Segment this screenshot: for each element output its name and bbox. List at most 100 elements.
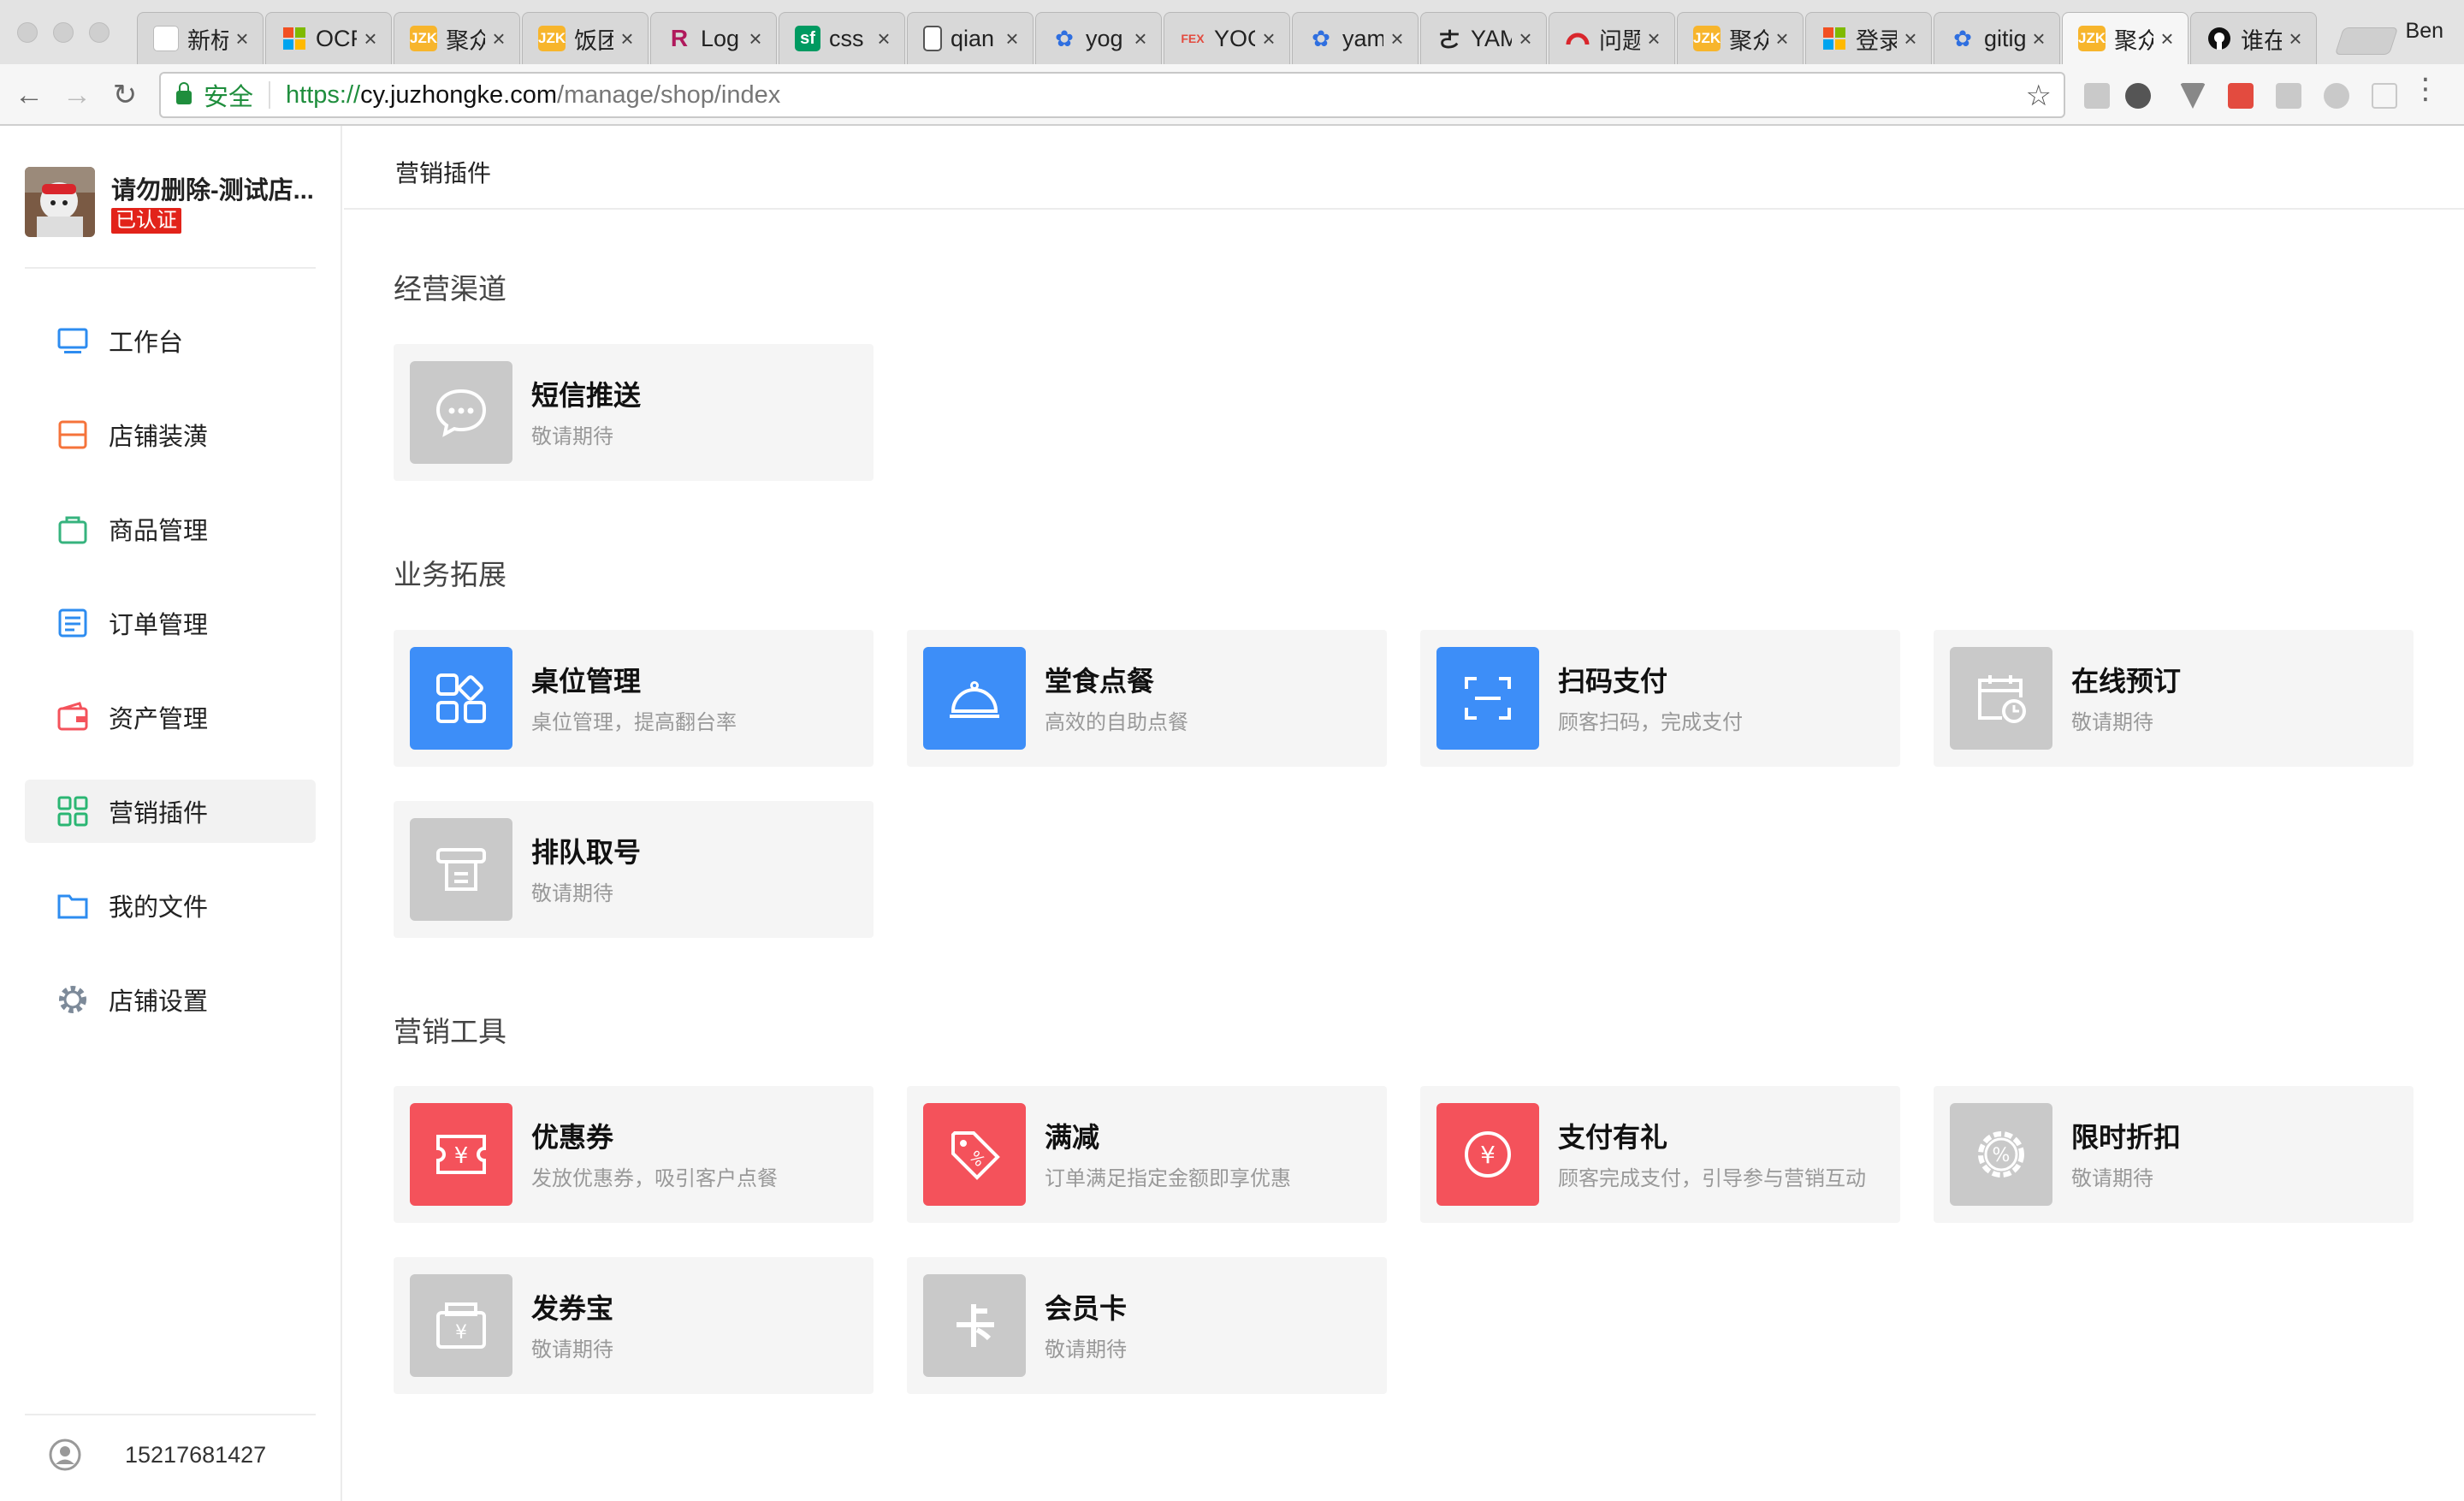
plugin-card-member-card[interactable]: 会员卡 敬请期待: [907, 1257, 1387, 1394]
card-desc: 顾客扫码，完成支付: [1558, 711, 1743, 734]
close-icon[interactable]: ×: [489, 26, 509, 52]
reload-icon[interactable]: ↻: [106, 76, 144, 114]
close-icon[interactable]: ×: [1772, 26, 1792, 52]
close-icon[interactable]: ×: [2285, 26, 2306, 52]
sidebar-item-marketing-plugins[interactable]: 营销插件: [25, 780, 316, 843]
window-zoom-button[interactable]: [89, 22, 110, 43]
browser-tab[interactable]: R Log ×: [650, 12, 777, 64]
sidebar-item-orders[interactable]: 订单管理: [25, 591, 316, 655]
plugin-card-table-management[interactable]: 桌位管理 桌位管理，提高翻台率: [394, 630, 874, 767]
evernote-extension-icon[interactable]: [2125, 83, 2151, 109]
browser-tab[interactable]: FEX YOG ×: [1164, 12, 1290, 64]
close-icon[interactable]: ×: [745, 26, 766, 52]
sidebar-item-workbench[interactable]: 工作台: [25, 309, 316, 372]
forward-arrow-icon[interactable]: →: [58, 76, 96, 114]
browser-tab[interactable]: qian ×: [907, 12, 1034, 64]
card-desc: 敬请期待: [531, 1338, 613, 1362]
calendar-clock-icon: [1950, 647, 2052, 750]
close-icon[interactable]: ×: [360, 26, 381, 52]
plugin-card-scan-pay[interactable]: 扫码支付 顾客扫码，完成支付: [1420, 630, 1900, 767]
plugin-card-pay-gift[interactable]: ¥ 支付有礼 顾客完成支付，引导参与营销互动: [1420, 1086, 1900, 1223]
browser-tab[interactable]: OCR ×: [265, 12, 392, 64]
browser-tab[interactable]: ✿ gitig ×: [1934, 12, 2060, 64]
close-icon[interactable]: ×: [1515, 26, 1536, 52]
sidebar-item-assets[interactable]: 资产管理: [25, 685, 316, 749]
browser-tab[interactable]: JZK 饭团 ×: [522, 12, 649, 64]
page-icon: [153, 26, 179, 51]
address-bar[interactable]: 安全 https:// cy.juzhongke.com /manage/sho…: [159, 72, 2065, 118]
card-title: 优惠券: [531, 1122, 614, 1153]
jzk-icon: JZK: [2078, 26, 2106, 51]
sidebar-item-label: 订单管理: [109, 612, 209, 639]
plugin-card-online-booking[interactable]: 在线预订 敬请期待: [1934, 630, 2414, 767]
user-account[interactable]: 15217681427: [48, 1438, 266, 1472]
close-icon[interactable]: ×: [1130, 26, 1151, 52]
browser-tab[interactable]: 谁在 ×: [2190, 12, 2317, 64]
profile-button[interactable]: Ben: [2406, 19, 2443, 44]
grid-icon: [57, 796, 88, 827]
close-icon[interactable]: ×: [617, 26, 637, 52]
browser-tab[interactable]: JZK 聚众 ×: [1677, 12, 1804, 64]
tab-title: gitig: [1984, 25, 2025, 51]
github-icon: [2206, 26, 2232, 51]
close-icon[interactable]: ×: [1644, 26, 1664, 52]
svg-text:%: %: [1993, 1145, 2011, 1166]
sidebar-item-settings[interactable]: 店铺设置: [25, 968, 316, 1031]
extension-icon[interactable]: [2276, 83, 2301, 109]
browser-tab[interactable]: 问题 ×: [1549, 12, 1675, 64]
window-close-button[interactable]: [17, 22, 38, 43]
browser-tab[interactable]: JZK 聚众 ×: [394, 12, 520, 64]
extension-icon[interactable]: [2324, 83, 2349, 109]
browser-menu-icon[interactable]: ⋮: [2411, 74, 2440, 104]
browser-tab[interactable]: 新标签页 ×: [137, 12, 264, 64]
browser-tab[interactable]: ✿ yog ×: [1035, 12, 1162, 64]
card-title: 支付有礼: [1558, 1122, 1668, 1153]
bookmark-star-icon[interactable]: ☆: [2026, 79, 2052, 113]
browser-tab-active[interactable]: JZK 聚众 ×: [2062, 12, 2189, 64]
browser-tab[interactable]: ㄜ YAM ×: [1420, 12, 1547, 64]
fe-extension-icon[interactable]: [2228, 83, 2254, 109]
vue-extension-icon[interactable]: [2180, 83, 2206, 109]
card-desc: 发放优惠券，吸引客户点餐: [531, 1167, 778, 1190]
fex-logo-icon: FEX: [1181, 32, 1205, 45]
wallet-icon: [57, 702, 88, 731]
sidebar-menu: 工作台 店铺装潢 商品管理 订单管理 资产管理 营销插件 我的文件 店铺设置: [25, 309, 316, 1062]
tab-title: 新标签页: [187, 27, 228, 54]
plugin-card-coupon-dispenser[interactable]: ¥ 发券宝 敬请期待: [394, 1257, 874, 1394]
section-title: 业务拓展: [394, 559, 506, 590]
plugin-card-full-reduction[interactable]: % 满减 订单满足指定金额即享优惠: [907, 1086, 1387, 1223]
plugin-card-dine-in-ordering[interactable]: 堂食点餐 高效的自助点餐: [907, 630, 1387, 767]
browser-tab[interactable]: 登录 ×: [1805, 12, 1932, 64]
sidebar-item-store-decor[interactable]: 店铺装潢: [25, 403, 316, 466]
browser-tab[interactable]: ✿ yam ×: [1292, 12, 1419, 64]
browser-tab[interactable]: sf css ×: [779, 12, 905, 64]
tab-title: YAM: [1471, 25, 1512, 51]
close-icon[interactable]: ×: [2029, 26, 2049, 52]
tab-title: 登录: [1856, 27, 1897, 54]
close-icon[interactable]: ×: [2157, 26, 2177, 52]
svg-text:¥: ¥: [1480, 1141, 1496, 1169]
windows-logo-icon: [281, 26, 307, 51]
cloche-icon: [923, 647, 1026, 750]
discount-tag-icon: %: [923, 1103, 1026, 1206]
tab-title: 饭团: [574, 27, 613, 54]
shop-avatar[interactable]: [25, 167, 95, 237]
coupon-icon: ¥: [410, 1103, 512, 1206]
plugin-card-queue-ticket[interactable]: 排队取号 敬请期待: [394, 801, 874, 938]
sidebar-item-products[interactable]: 商品管理: [25, 497, 316, 561]
close-icon[interactable]: ×: [1387, 26, 1407, 52]
close-icon[interactable]: ×: [232, 26, 252, 52]
close-icon[interactable]: ×: [1900, 26, 1921, 52]
extension-icon[interactable]: [2372, 83, 2397, 109]
plugin-card-sms[interactable]: 短信推送 敬请期待: [394, 344, 874, 481]
sidebar-item-files[interactable]: 我的文件: [25, 874, 316, 937]
back-arrow-icon[interactable]: ←: [10, 76, 48, 114]
plugin-card-coupon[interactable]: ¥ 优惠券 发放优惠券，吸引客户点餐: [394, 1086, 874, 1223]
close-icon[interactable]: ×: [1002, 26, 1022, 52]
extension-icon[interactable]: [2084, 83, 2110, 109]
close-icon[interactable]: ×: [874, 26, 894, 52]
window-minimize-button[interactable]: [53, 22, 74, 43]
new-tab-button[interactable]: [2334, 27, 2399, 55]
close-icon[interactable]: ×: [1259, 26, 1279, 52]
plugin-card-flash-discount[interactable]: % 限时折扣 敬请期待: [1934, 1086, 2414, 1223]
